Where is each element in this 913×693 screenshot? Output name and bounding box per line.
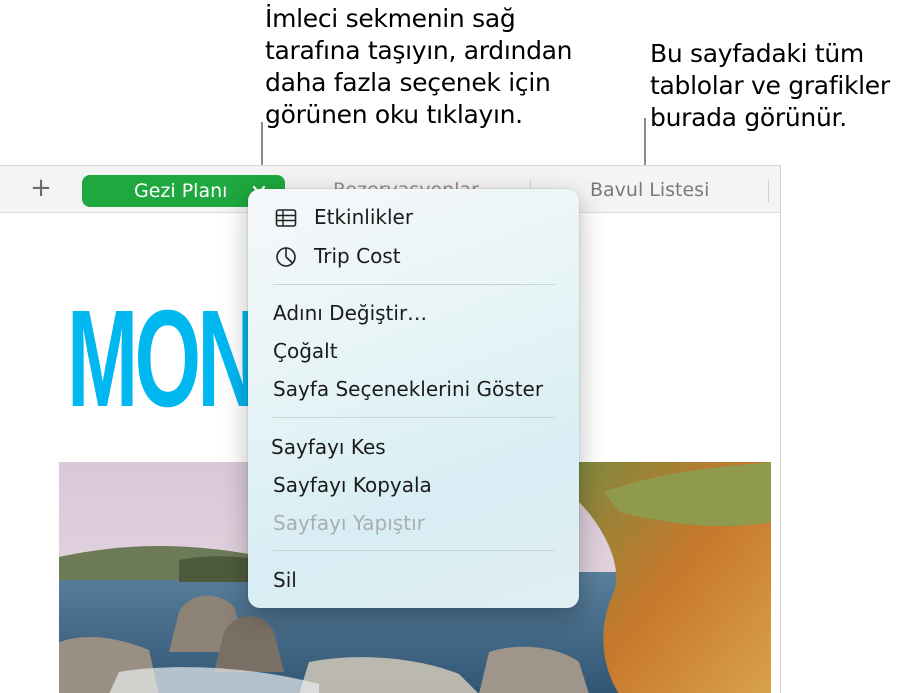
- menu-item-etkinlikler[interactable]: Etkinlikler: [314, 204, 413, 230]
- menu-item-copy-page[interactable]: Sayfayı Kopyala: [273, 472, 432, 498]
- menu-item-trip-cost[interactable]: Trip Cost: [314, 243, 401, 269]
- callout-tables-charts: Bu sayfadaki tüm tablolar ve grafikler b…: [650, 39, 890, 132]
- tab-bavul-listesi[interactable]: Bavul Listesi: [590, 179, 709, 201]
- add-sheet-button[interactable]: +: [28, 174, 54, 202]
- menu-separator: [273, 284, 555, 285]
- page-title: MON: [67, 282, 259, 436]
- menu-item-cut-page[interactable]: Sayfayı Kes: [271, 434, 386, 460]
- menu-separator: [273, 417, 555, 418]
- table-icon: [275, 209, 297, 227]
- menu-separator: [273, 550, 555, 551]
- menu-item-rename[interactable]: Adını Değiştir…: [273, 300, 427, 326]
- tab-label: Gezi Planı: [134, 180, 228, 202]
- menu-item-duplicate[interactable]: Çoğalt: [273, 338, 338, 364]
- menu-item-paste-page: Sayfayı Yapıştır: [273, 511, 425, 535]
- menu-item-delete[interactable]: Sil: [273, 567, 297, 593]
- menu-item-show-page-options[interactable]: Sayfa Seçeneklerini Göster: [273, 376, 543, 402]
- callout-move-pointer: İmleci sekmenin sağ tarafına taşıyın, ar…: [265, 4, 573, 129]
- pie-chart-icon: [276, 247, 296, 267]
- tab-context-menu: Etkinlikler Trip Cost Adını Değiştir… Ço…: [248, 189, 579, 608]
- tab-divider: [768, 180, 769, 202]
